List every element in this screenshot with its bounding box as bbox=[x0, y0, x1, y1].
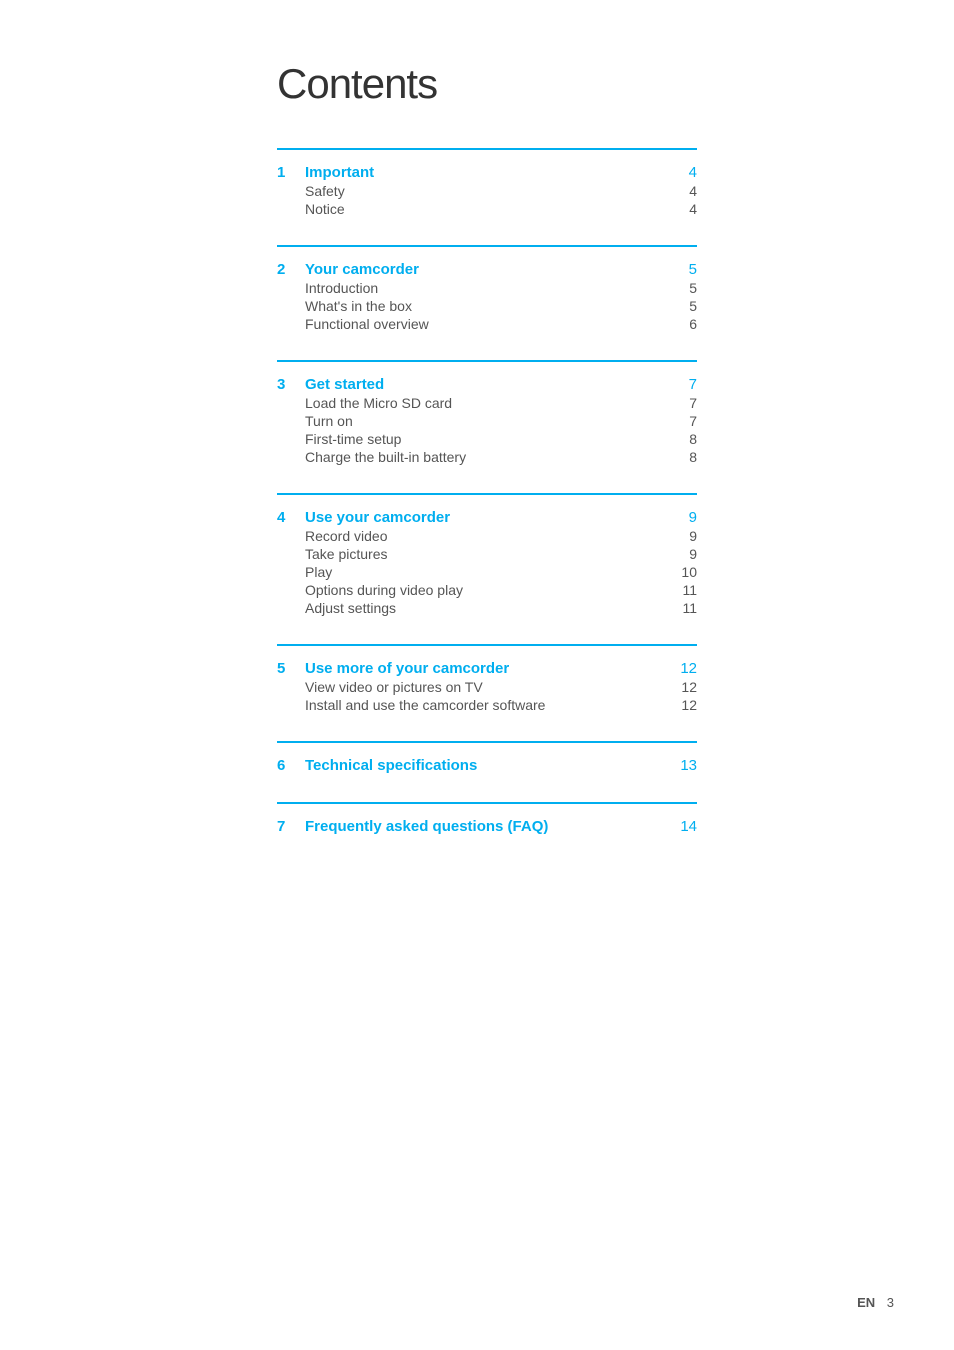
subsection-row-4-1: Take pictures9 bbox=[305, 546, 697, 562]
subsection-title-3-3: Charge the built-in battery bbox=[305, 449, 689, 465]
toc-section-row-6: 6 Technical specifications13 bbox=[277, 757, 697, 774]
subsection-row-2-2: Functional overview6 bbox=[305, 316, 697, 332]
section-number-4: 4 bbox=[277, 509, 297, 526]
subsection-page-5-0: 12 bbox=[681, 679, 697, 695]
toc-section-3: 3Get started7Load the Micro SD card7Turn… bbox=[277, 360, 697, 465]
subsection-page-4-2: 10 bbox=[681, 564, 697, 580]
subsection-row-3-2: First-time setup8 bbox=[305, 431, 697, 447]
toc-section-row-5: 5 Use more of your camcorder12 bbox=[277, 660, 697, 677]
toc-section-5: 5Use more of your camcorder12View video … bbox=[277, 644, 697, 713]
section-title-4: Use your camcorder bbox=[305, 509, 689, 526]
section-title-7: Frequently asked questions (FAQ) bbox=[305, 818, 680, 835]
section-page-2: 5 bbox=[689, 261, 697, 278]
subsection-page-4-3: 11 bbox=[682, 582, 697, 598]
subsection-page-2-1: 5 bbox=[689, 298, 697, 314]
page-container: Contents 1Important4Safety4Notice42Your … bbox=[237, 0, 717, 923]
subsection-page-4-4: 11 bbox=[682, 600, 697, 616]
subsection-title-1-0: Safety bbox=[305, 183, 689, 199]
toc-section-1: 1Important4Safety4Notice4 bbox=[277, 148, 697, 217]
subsection-title-4-4: Adjust settings bbox=[305, 600, 682, 616]
subsection-row-1-0: Safety4 bbox=[305, 183, 697, 199]
subsection-title-3-1: Turn on bbox=[305, 413, 689, 429]
subsection-title-4-3: Options during video play bbox=[305, 582, 682, 598]
section-number-7: 7 bbox=[277, 818, 297, 835]
footer-lang: EN bbox=[857, 1295, 875, 1310]
subsection-row-2-1: What's in the box5 bbox=[305, 298, 697, 314]
subsection-title-4-2: Play bbox=[305, 564, 681, 580]
section-page-3: 7 bbox=[689, 376, 697, 393]
subsection-row-1-1: Notice4 bbox=[305, 201, 697, 217]
toc-section-6: 6 Technical specifications13 bbox=[277, 741, 697, 774]
section-title-1: Important bbox=[305, 164, 689, 181]
subsection-page-3-1: 7 bbox=[689, 413, 697, 429]
toc-list: 1Important4Safety4Notice42Your camcorder… bbox=[277, 148, 697, 835]
subsection-title-2-1: What's in the box bbox=[305, 298, 689, 314]
subsection-row-5-0: View video or pictures on TV12 bbox=[305, 679, 697, 695]
subsection-page-3-3: 8 bbox=[689, 449, 697, 465]
subsection-title-5-0: View video or pictures on TV bbox=[305, 679, 681, 695]
subsection-page-3-2: 8 bbox=[689, 431, 697, 447]
page-title: Contents bbox=[277, 60, 697, 108]
subsection-page-1-0: 4 bbox=[689, 183, 697, 199]
subsection-page-2-2: 6 bbox=[689, 316, 697, 332]
section-title-3: Get started bbox=[305, 376, 689, 393]
subsection-title-4-1: Take pictures bbox=[305, 546, 689, 562]
subsection-row-4-0: Record video9 bbox=[305, 528, 697, 544]
subsection-page-4-1: 9 bbox=[689, 546, 697, 562]
section-title-5: Use more of your camcorder bbox=[305, 660, 680, 677]
subsection-title-3-0: Load the Micro SD card bbox=[305, 395, 689, 411]
subsection-title-2-2: Functional overview bbox=[305, 316, 689, 332]
section-page-1: 4 bbox=[689, 164, 697, 181]
toc-section-row-3: 3 Get started7 bbox=[277, 376, 697, 393]
section-number-6: 6 bbox=[277, 757, 297, 774]
subsection-row-4-4: Adjust settings11 bbox=[305, 600, 697, 616]
section-page-6: 13 bbox=[680, 757, 697, 774]
section-number-1: 1 bbox=[277, 164, 297, 181]
subsection-row-2-0: Introduction5 bbox=[305, 280, 697, 296]
subsection-title-5-1: Install and use the camcorder software bbox=[305, 697, 681, 713]
toc-section-4: 4Use your camcorder9Record video9Take pi… bbox=[277, 493, 697, 616]
section-page-7: 14 bbox=[680, 818, 697, 835]
toc-section-row-1: 1 Important4 bbox=[277, 164, 697, 181]
subsection-row-5-1: Install and use the camcorder software12 bbox=[305, 697, 697, 713]
section-title-6: Technical specifications bbox=[305, 757, 680, 774]
toc-section-row-4: 4 Use your camcorder9 bbox=[277, 509, 697, 526]
footer-page: 3 bbox=[887, 1295, 894, 1310]
subsection-page-3-0: 7 bbox=[689, 395, 697, 411]
subsection-row-4-3: Options during video play11 bbox=[305, 582, 697, 598]
subsection-row-3-3: Charge the built-in battery8 bbox=[305, 449, 697, 465]
subsection-page-4-0: 9 bbox=[689, 528, 697, 544]
toc-section-row-7: 7 Frequently asked questions (FAQ)14 bbox=[277, 818, 697, 835]
section-page-5: 12 bbox=[680, 660, 697, 677]
subsection-page-5-1: 12 bbox=[681, 697, 697, 713]
subsection-title-1-1: Notice bbox=[305, 201, 689, 217]
section-page-4: 9 bbox=[689, 509, 697, 526]
subsection-title-3-2: First-time setup bbox=[305, 431, 689, 447]
toc-section-2: 2Your camcorder5Introduction5What's in t… bbox=[277, 245, 697, 332]
subsection-page-1-1: 4 bbox=[689, 201, 697, 217]
subsection-page-2-0: 5 bbox=[689, 280, 697, 296]
subsection-row-4-2: Play10 bbox=[305, 564, 697, 580]
footer: EN 3 bbox=[857, 1295, 894, 1310]
section-number-5: 5 bbox=[277, 660, 297, 677]
section-number-2: 2 bbox=[277, 261, 297, 278]
subsection-title-4-0: Record video bbox=[305, 528, 689, 544]
subsection-row-3-0: Load the Micro SD card7 bbox=[305, 395, 697, 411]
toc-section-7: 7 Frequently asked questions (FAQ)14 bbox=[277, 802, 697, 835]
subsection-row-3-1: Turn on7 bbox=[305, 413, 697, 429]
toc-section-row-2: 2 Your camcorder5 bbox=[277, 261, 697, 278]
section-number-3: 3 bbox=[277, 376, 297, 393]
section-title-2: Your camcorder bbox=[305, 261, 689, 278]
subsection-title-2-0: Introduction bbox=[305, 280, 689, 296]
